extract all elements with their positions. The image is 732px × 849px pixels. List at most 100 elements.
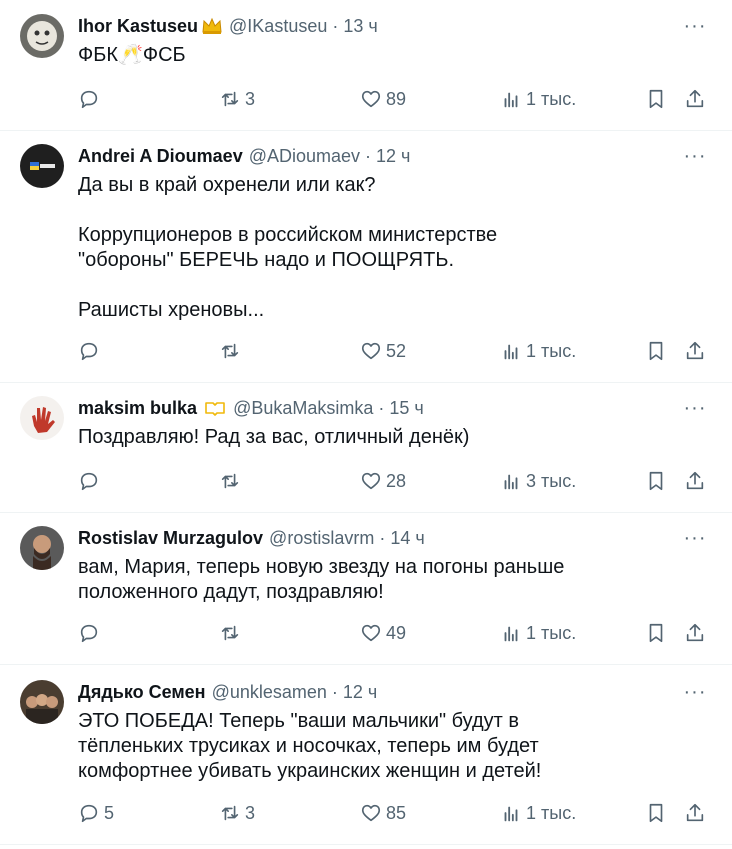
repost-icon [219, 470, 241, 492]
repost-button[interactable] [219, 618, 245, 648]
avatar[interactable] [20, 144, 64, 188]
share-icon [684, 802, 706, 824]
views-button[interactable]: 1 тыс. [500, 798, 576, 828]
bookmark-button[interactable] [645, 618, 667, 648]
author-handle[interactable]: @unklesamen [212, 682, 327, 703]
avatar[interactable] [20, 526, 64, 570]
author-name[interactable]: maksim bulka [78, 398, 197, 419]
author-handle[interactable]: @BukaMaksimka [233, 398, 373, 419]
repost-icon [219, 802, 241, 824]
views-button[interactable]: 1 тыс. [500, 336, 576, 366]
post-text-line: ЭТО ПОБЕДА! Теперь "ваши мальчики" будут… [78, 710, 520, 732]
author-name[interactable]: Ihor Kastuseu [78, 16, 198, 37]
like-button[interactable]: 28 [360, 466, 406, 496]
author-name[interactable]: Дядько Семен [78, 682, 206, 703]
action-bar: 49 1 тыс. [0, 618, 732, 648]
more-icon[interactable]: ··· [678, 144, 712, 168]
more-icon[interactable]: ··· [678, 14, 712, 38]
like-icon [360, 802, 382, 824]
author-handle[interactable]: @IKastuseu [229, 16, 327, 37]
more-icon[interactable]: ··· [678, 680, 712, 704]
bookmark-button[interactable] [645, 84, 667, 114]
share-icon [684, 88, 706, 110]
post-text-line: Поздравляю! Рад за вас, отличный денёк) [78, 426, 470, 448]
bookmark-button[interactable] [645, 466, 667, 496]
reply-icon [78, 88, 100, 110]
post-text-line: Да вы в край охренели или как? [78, 174, 376, 196]
author-name[interactable]: Andrei A Dioumaev [78, 146, 243, 167]
reply-button[interactable] [78, 84, 104, 114]
post-text: Поздравляю! Рад за вас, отличный денёк) [78, 425, 698, 450]
reply-button[interactable] [78, 336, 104, 366]
views-icon [500, 622, 522, 644]
author-handle[interactable]: @ADioumaev [249, 146, 360, 167]
like-button[interactable]: 52 [360, 336, 406, 366]
avatar[interactable] [20, 14, 64, 58]
action-bar: 3 89 1 тыс. [0, 84, 732, 114]
views-button[interactable]: 1 тыс. [500, 618, 576, 648]
like-count: 49 [386, 622, 407, 643]
post-time[interactable]: · 14 ч [379, 528, 424, 549]
more-icon[interactable]: ··· [678, 396, 712, 420]
post-time[interactable]: · 12 ч [332, 682, 377, 703]
repost-count: 3 [245, 88, 256, 109]
more-icon[interactable]: ··· [678, 526, 712, 550]
gold-verified-icon [203, 399, 227, 417]
bookmark-button[interactable] [645, 336, 667, 366]
post-text-line: тёпленьких трусиках и носочках, теперь и… [78, 735, 539, 757]
reply-button[interactable] [78, 466, 104, 496]
repost-button[interactable] [219, 466, 245, 496]
like-count: 85 [386, 802, 407, 823]
post[interactable]: Ihor Kastuseu @IKastuseu · 13 ч ··· ФБК🥂… [0, 0, 732, 131]
views-icon [500, 88, 522, 110]
post-time[interactable]: · 12 ч [365, 146, 410, 167]
bookmark-icon [645, 470, 667, 492]
reply-icon [78, 470, 100, 492]
bookmark-icon [645, 340, 667, 362]
like-button[interactable]: 85 [360, 798, 406, 828]
views-count: 1 тыс. [526, 802, 577, 823]
post[interactable]: maksim bulka @BukaMaksimka · 15 ч ··· По… [0, 382, 732, 513]
post-text: Да вы в край охренели или как? Коррупцио… [78, 173, 698, 323]
like-icon [360, 88, 382, 110]
share-button[interactable] [684, 466, 706, 496]
like-button[interactable]: 89 [360, 84, 406, 114]
share-icon [684, 622, 706, 644]
repost-icon [219, 340, 241, 362]
share-icon [684, 470, 706, 492]
post-text-line: вам, Мария, теперь новую звезду на погон… [78, 556, 565, 578]
like-count: 52 [386, 340, 407, 361]
like-count: 28 [386, 470, 407, 491]
author-handle[interactable]: @rostislavrm [269, 528, 374, 549]
post[interactable]: Дядько Семен @unklesamen · 12 ч ··· ЭТО … [0, 664, 732, 845]
share-button[interactable] [684, 84, 706, 114]
repost-button[interactable]: 3 [219, 84, 255, 114]
post-text-line: "обороны" БЕРЕЧЬ надо и ПООЩРЯТЬ. [78, 249, 455, 271]
views-button[interactable]: 3 тыс. [500, 466, 576, 496]
avatar[interactable] [20, 680, 64, 724]
reply-count: 5 [104, 802, 115, 823]
share-button[interactable] [684, 798, 706, 828]
author-name[interactable]: Rostislav Murzagulov [78, 528, 263, 549]
like-button[interactable]: 49 [360, 618, 406, 648]
repost-button[interactable] [219, 336, 245, 366]
views-count: 1 тыс. [526, 340, 577, 361]
like-icon [360, 622, 382, 644]
post-text-line: Коррупционеров в российском министерстве [78, 224, 498, 246]
avatar[interactable] [20, 396, 64, 440]
post-text: вам, Мария, теперь новую звезду на погон… [78, 555, 698, 605]
repost-button[interactable]: 3 [219, 798, 255, 828]
share-button[interactable] [684, 336, 706, 366]
reply-button[interactable] [78, 618, 104, 648]
bookmark-button[interactable] [645, 798, 667, 828]
action-bar: 28 3 тыс. [0, 466, 732, 496]
post-time[interactable]: · 15 ч [378, 398, 423, 419]
post[interactable]: Rostislav Murzagulov @rostislavrm · 14 ч… [0, 512, 732, 665]
post-time[interactable]: · 13 ч [332, 16, 377, 37]
share-button[interactable] [684, 618, 706, 648]
reply-button[interactable]: 5 [78, 798, 114, 828]
views-button[interactable]: 1 тыс. [500, 84, 576, 114]
post[interactable]: Andrei A Dioumaev @ADioumaev · 12 ч ··· … [0, 130, 732, 383]
repost-icon [219, 88, 241, 110]
post-text-line: комфортнее убивать украинских женщин и д… [78, 760, 542, 782]
